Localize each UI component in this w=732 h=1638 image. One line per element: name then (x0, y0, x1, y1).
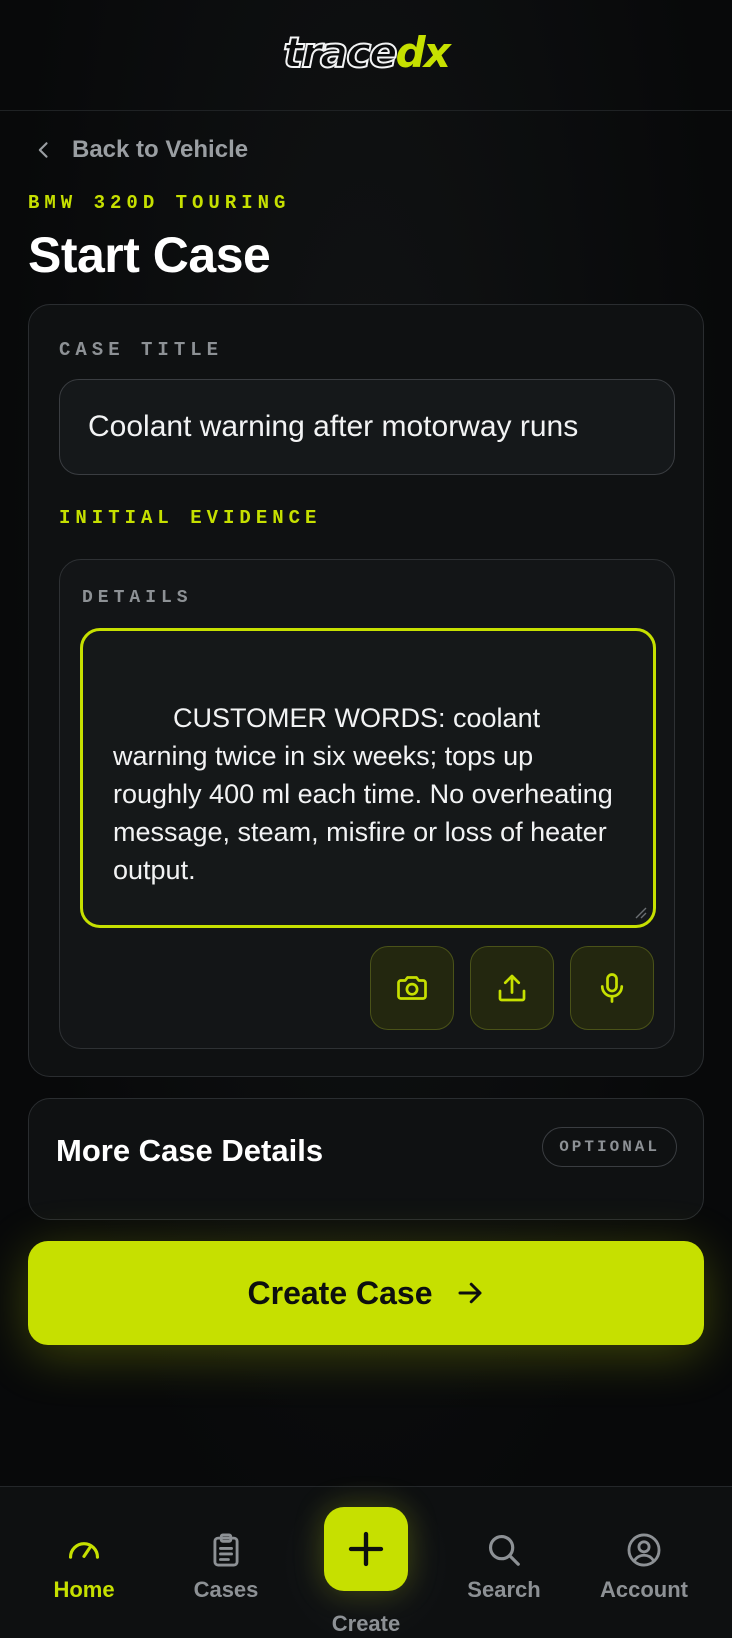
more-details-title: More Case Details (56, 1133, 324, 1168)
speedometer-icon (68, 1542, 100, 1559)
bottom-nav: Home Cases Create Search Account (0, 1477, 732, 1638)
initial-evidence-label: INITIAL EVIDENCE (59, 507, 322, 529)
case-title-label: CASE TITLE (59, 339, 224, 361)
resize-grip-icon[interactable] (633, 905, 647, 919)
nav-home-label: Home (53, 1577, 115, 1602)
clipboard-icon (213, 1533, 239, 1567)
evidence-box: DETAILS CUSTOMER WORDS: coolant warning … (59, 559, 675, 1049)
search-icon (488, 1534, 520, 1566)
logo: tracedx (282, 31, 451, 75)
logo-dx: dx (395, 28, 451, 77)
plus-icon (348, 1531, 384, 1567)
more-case-details-section[interactable]: More Case Details OPTIONAL (28, 1098, 704, 1220)
details-textarea[interactable]: CUSTOMER WORDS: coolant warning twice in… (80, 628, 656, 928)
nav-account-label: Account (600, 1577, 688, 1602)
evidence-tools (370, 946, 654, 1030)
page-title: Start Case (28, 227, 271, 283)
case-form-card: CASE TITLE Coolant warning after motorwa… (28, 304, 704, 1077)
case-title-input[interactable]: Coolant warning after motorway runs (59, 379, 675, 475)
nav-home[interactable]: Home (24, 1487, 144, 1603)
microphone-icon (600, 973, 624, 1003)
camera-icon (397, 976, 427, 1000)
nav-create-button[interactable] (324, 1507, 408, 1591)
optional-badge: OPTIONAL (542, 1127, 677, 1167)
chevron-left-icon (38, 142, 48, 158)
nav-search-label: Search (467, 1577, 541, 1602)
top-bar: tracedx (0, 0, 732, 111)
account-icon (627, 1533, 661, 1567)
upload-icon (498, 974, 526, 1002)
page: tracedx Back to Vehicle BMW 320D TOURING… (0, 0, 732, 1638)
back-to-vehicle-link[interactable]: Back to Vehicle (34, 136, 248, 164)
nav-search[interactable]: Search (444, 1487, 564, 1603)
arrow-right-icon (458, 1282, 481, 1304)
nav-create-label: Create (331, 1611, 401, 1636)
nav-account[interactable]: Account (584, 1487, 704, 1603)
create-case-label: Create Case (247, 1274, 433, 1311)
details-label: DETAILS (82, 588, 193, 608)
logo-trace: trace (282, 28, 398, 77)
upload-button[interactable] (470, 946, 554, 1030)
details-text: CUSTOMER WORDS: coolant warning twice in… (113, 703, 613, 885)
vehicle-name: BMW 320D TOURING (28, 192, 291, 214)
microphone-button[interactable] (570, 946, 654, 1030)
camera-button[interactable] (370, 946, 454, 1030)
back-link-label: Back to Vehicle (72, 136, 249, 163)
create-case-button[interactable]: Create Case (28, 1241, 704, 1345)
nav-cases[interactable]: Cases (166, 1487, 286, 1603)
nav-cases-label: Cases (193, 1577, 259, 1602)
